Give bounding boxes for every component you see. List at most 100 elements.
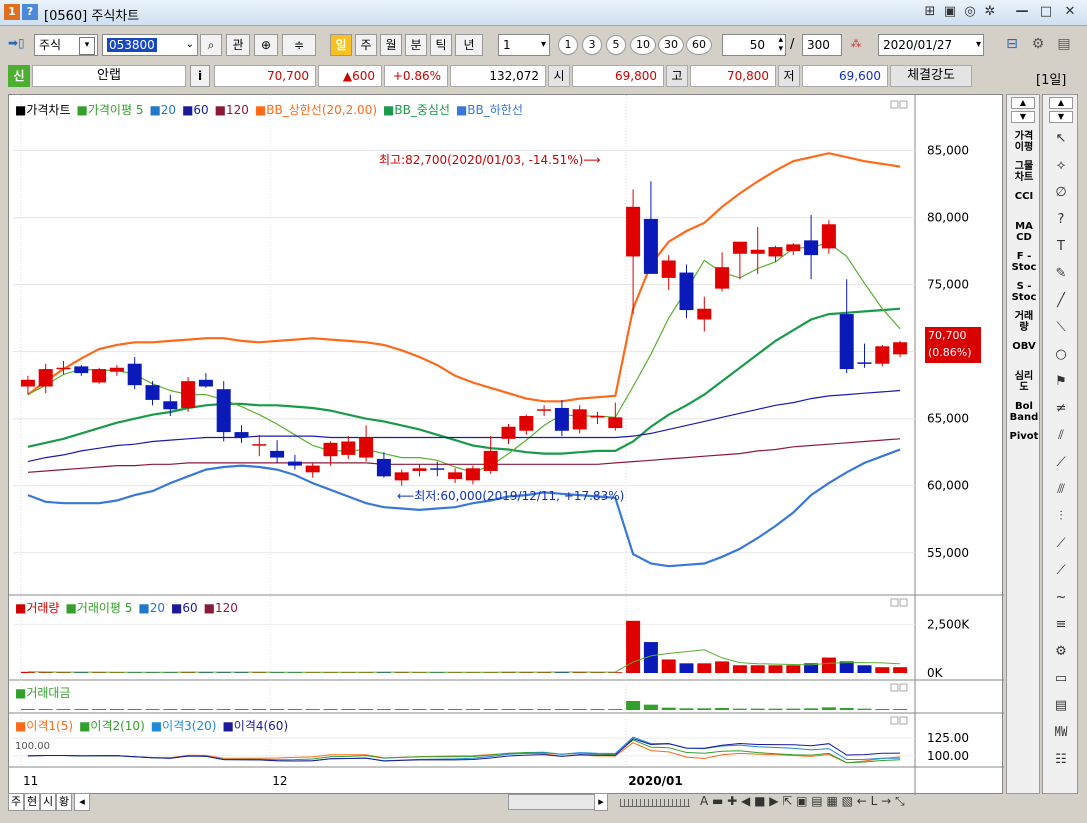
price-legend-item[interactable]: ■가격이평 5: [77, 103, 144, 117]
interval-1-button[interactable]: 1: [558, 35, 578, 55]
drawing-tool-icon[interactable]: ⫶: [1049, 507, 1073, 527]
zoom-icon[interactable]: ⁂: [846, 37, 866, 55]
stock-chart-svg[interactable]: 85,00080,00075,00070,00065,00060,00055,0…: [9, 95, 1004, 795]
drawing-tool-icon[interactable]: ㎿: [1049, 723, 1073, 743]
ratio-legend-item[interactable]: ■이격4(60): [222, 719, 288, 733]
scroll-left-button[interactable]: ◂: [74, 793, 90, 811]
drawing-tool-icon[interactable]: ⟋: [1049, 534, 1073, 554]
drawing-tool-icon[interactable]: ○: [1049, 345, 1073, 365]
drawing-tool-icon[interactable]: ∅: [1049, 183, 1073, 203]
save-icon[interactable]: ▤: [1054, 36, 1074, 56]
window-layout-icon[interactable]: ⊟: [1002, 36, 1022, 56]
drawing-tool-icon[interactable]: ⫽: [1049, 426, 1073, 446]
search-icon[interactable]: ⌕: [200, 34, 222, 56]
tab-status[interactable]: 황: [56, 793, 72, 811]
indicator-button[interactable]: 심리 도: [1008, 371, 1040, 393]
volume-legend-item[interactable]: ■60: [171, 601, 198, 615]
scroll-right-button[interactable]: ▸: [594, 793, 608, 811]
ratio-legend-item[interactable]: ■이격3(20): [151, 719, 217, 733]
date-select[interactable]: 2020/01/27 ▾: [878, 34, 984, 56]
indicator-button[interactable]: OBV: [1008, 341, 1040, 352]
period-day-tab[interactable]: 일: [330, 34, 352, 56]
drawing-tool-icon[interactable]: ⚑: [1049, 372, 1073, 392]
period-week-tab[interactable]: 주: [355, 34, 377, 56]
scroll-up-icon[interactable]: ▲: [1011, 97, 1035, 109]
tab-current[interactable]: 현: [24, 793, 40, 811]
price-legend-item[interactable]: ■가격차트: [15, 103, 71, 117]
scrollbar[interactable]: [508, 794, 608, 810]
drawing-tool-icon[interactable]: ~: [1049, 588, 1073, 608]
tab-week[interactable]: 주: [8, 793, 24, 811]
chart-nav-icons[interactable]: A ▬ ✚ ◀ ■ ▶ ⇱ ▣ ▤ ▦ ▧ ← L → ⤡: [700, 794, 905, 809]
interval-60-button[interactable]: 60: [686, 35, 712, 55]
drawing-tool-icon[interactable]: ▤: [1049, 696, 1073, 716]
market-select[interactable]: 주식 ▾: [34, 34, 98, 56]
stock-info-button[interactable]: i: [190, 65, 210, 87]
indicator-button[interactable]: S - Stoc: [1008, 281, 1040, 303]
drawing-tool-icon[interactable]: ⟡: [1049, 156, 1073, 176]
drawing-tool-icon[interactable]: ⟋: [1049, 561, 1073, 581]
drawing-tool-icon[interactable]: ⟋: [1049, 453, 1073, 473]
interval-30-button[interactable]: 30: [658, 35, 684, 55]
stock-code-input[interactable]: 053800 ⌄: [102, 34, 198, 56]
period-month-tab[interactable]: 월: [380, 34, 402, 56]
interest-button[interactable]: 관: [226, 34, 250, 56]
price-legend-item[interactable]: ■120: [215, 103, 249, 117]
maximize-button[interactable]: □: [1038, 4, 1054, 20]
period-tick-tab[interactable]: 틱: [430, 34, 452, 56]
indicator-button[interactable]: 그물 차트: [1008, 161, 1040, 183]
execution-strength-button[interactable]: 체결강도: [890, 65, 972, 87]
ratio-legend-item[interactable]: ■이격1(5): [15, 719, 73, 733]
indicator-button[interactable]: Pivot: [1008, 431, 1040, 442]
link-arrow-icon[interactable]: ➡▯: [8, 36, 25, 50]
volume-legend-item[interactable]: ■거래량: [15, 601, 59, 615]
minimize-button[interactable]: —: [1014, 4, 1030, 20]
drawing-tool-icon[interactable]: ?: [1049, 210, 1073, 230]
interval-select[interactable]: 1 ▾: [498, 34, 550, 56]
drawing-tool-icon[interactable]: T: [1049, 237, 1073, 257]
price-legend-item[interactable]: ■BB_중심선: [383, 103, 450, 117]
amount-legend-item[interactable]: ■거래대금: [15, 686, 71, 700]
drawing-tool-icon[interactable]: ╱: [1049, 291, 1073, 311]
drawing-tool-icon[interactable]: ✎: [1049, 264, 1073, 284]
volume-legend-item[interactable]: ■120: [204, 601, 238, 615]
scroll-up-icon[interactable]: ▲: [1049, 97, 1073, 109]
help-icon[interactable]: ?: [22, 4, 38, 20]
favorite-icon[interactable]: ⊕: [254, 34, 278, 56]
indicator-button[interactable]: MA CD: [1008, 221, 1040, 243]
period-year-tab[interactable]: 년: [455, 34, 483, 56]
close-button[interactable]: ✕: [1062, 4, 1078, 20]
drawing-tool-icon[interactable]: ≡: [1049, 615, 1073, 635]
chart-area[interactable]: 85,00080,00075,00070,00065,00060,00055,0…: [8, 94, 1004, 795]
indicator-button[interactable]: CCI: [1008, 191, 1040, 202]
drawing-tool-icon[interactable]: ▭: [1049, 669, 1073, 689]
volume-legend-item[interactable]: ■20: [138, 601, 165, 615]
drawing-tool-icon[interactable]: ⟍: [1049, 318, 1073, 338]
interval-5-button[interactable]: 5: [606, 35, 626, 55]
tab-market[interactable]: 시: [40, 793, 56, 811]
drawing-tool-icon[interactable]: ≠: [1049, 399, 1073, 419]
drawing-tool-icon[interactable]: ⫻: [1049, 480, 1073, 500]
indicator-button[interactable]: F - Stoc: [1008, 251, 1040, 273]
settings-icon[interactable]: ✲: [982, 4, 998, 20]
camera-icon[interactable]: ◎: [962, 4, 978, 20]
scroll-down-icon[interactable]: ▼: [1049, 111, 1073, 123]
interval-3-button[interactable]: 3: [582, 35, 602, 55]
indicator-button[interactable]: Bol Band: [1008, 401, 1040, 423]
price-legend-item[interactable]: ■20: [149, 103, 176, 117]
drawing-tool-icon[interactable]: ⚙: [1049, 642, 1073, 662]
price-legend-item[interactable]: ■60: [182, 103, 209, 117]
save-layout-icon[interactable]: ▣: [942, 4, 958, 20]
volume-legend-item[interactable]: ■거래이평 5: [65, 601, 132, 615]
total-count-input[interactable]: 300: [802, 34, 842, 56]
indicator-button[interactable]: 가격 이평: [1008, 131, 1040, 153]
period-minute-tab[interactable]: 분: [405, 34, 427, 56]
scroll-down-icon[interactable]: ▼: [1011, 111, 1035, 123]
drawing-tool-icon[interactable]: ↖: [1049, 129, 1073, 149]
drawing-tool-icon[interactable]: ☷: [1049, 750, 1073, 770]
display-count-stepper[interactable]: 50 ▴ ▾: [722, 34, 786, 56]
link-icon[interactable]: ⊞: [922, 4, 938, 20]
indicator-button[interactable]: 거래 량: [1008, 311, 1040, 333]
price-legend-item[interactable]: ■BB_상한선(20,2.00): [255, 103, 377, 117]
interval-10-button[interactable]: 10: [630, 35, 656, 55]
